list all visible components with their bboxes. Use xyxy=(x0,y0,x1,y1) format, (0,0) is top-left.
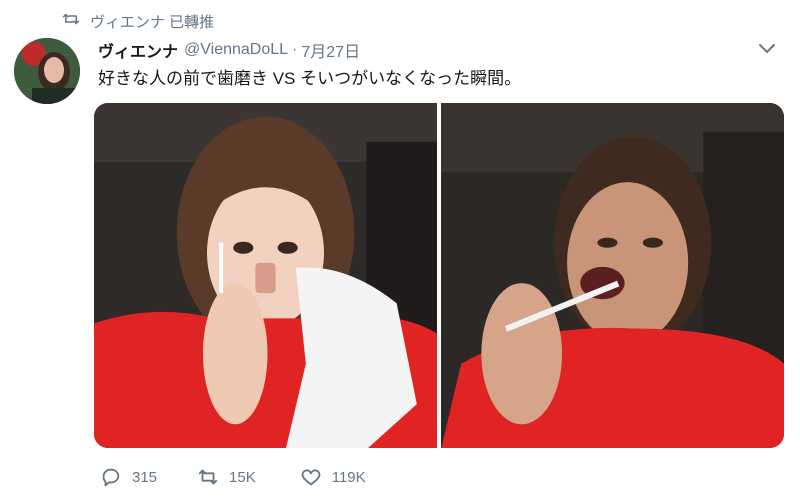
tweet-text: 好きな人の前で歯磨き VS そいつがいなくなった瞬間。 xyxy=(98,69,522,88)
retweet-banner: ヴィエンナ 已轉推 xyxy=(62,10,214,32)
display-name[interactable]: ヴィエンナ xyxy=(98,38,178,62)
tweet-media[interactable] xyxy=(94,103,784,448)
tweet-actions: 315 15K 119K xyxy=(100,466,366,488)
separator: · xyxy=(292,41,298,58)
avatar[interactable] xyxy=(14,38,80,104)
retweet-banner-text: ヴィエンナ 已轉推 xyxy=(90,13,215,31)
reply-icon xyxy=(102,468,120,487)
like-count: 119K xyxy=(331,468,366,486)
heart-icon xyxy=(301,469,321,486)
chevron-down-icon[interactable] xyxy=(758,42,776,56)
retweet-icon xyxy=(62,11,80,31)
like-button[interactable]: 119K xyxy=(300,466,366,488)
tweet-header: ヴィエンナ @ViennaDoLL · 7月27日 xyxy=(98,38,780,62)
handle[interactable]: @ViennaDoLL xyxy=(184,41,288,59)
retweet-icon xyxy=(198,469,218,485)
tweet-date[interactable]: 7月27日 xyxy=(301,38,360,62)
reply-button[interactable]: 315 xyxy=(100,466,157,488)
retweet-button[interactable]: 15K xyxy=(197,466,256,488)
retweet-count: 15K xyxy=(229,468,256,486)
media-photo-right[interactable] xyxy=(441,103,784,448)
reply-count: 315 xyxy=(132,468,158,486)
media-photo-left[interactable] xyxy=(94,103,437,448)
